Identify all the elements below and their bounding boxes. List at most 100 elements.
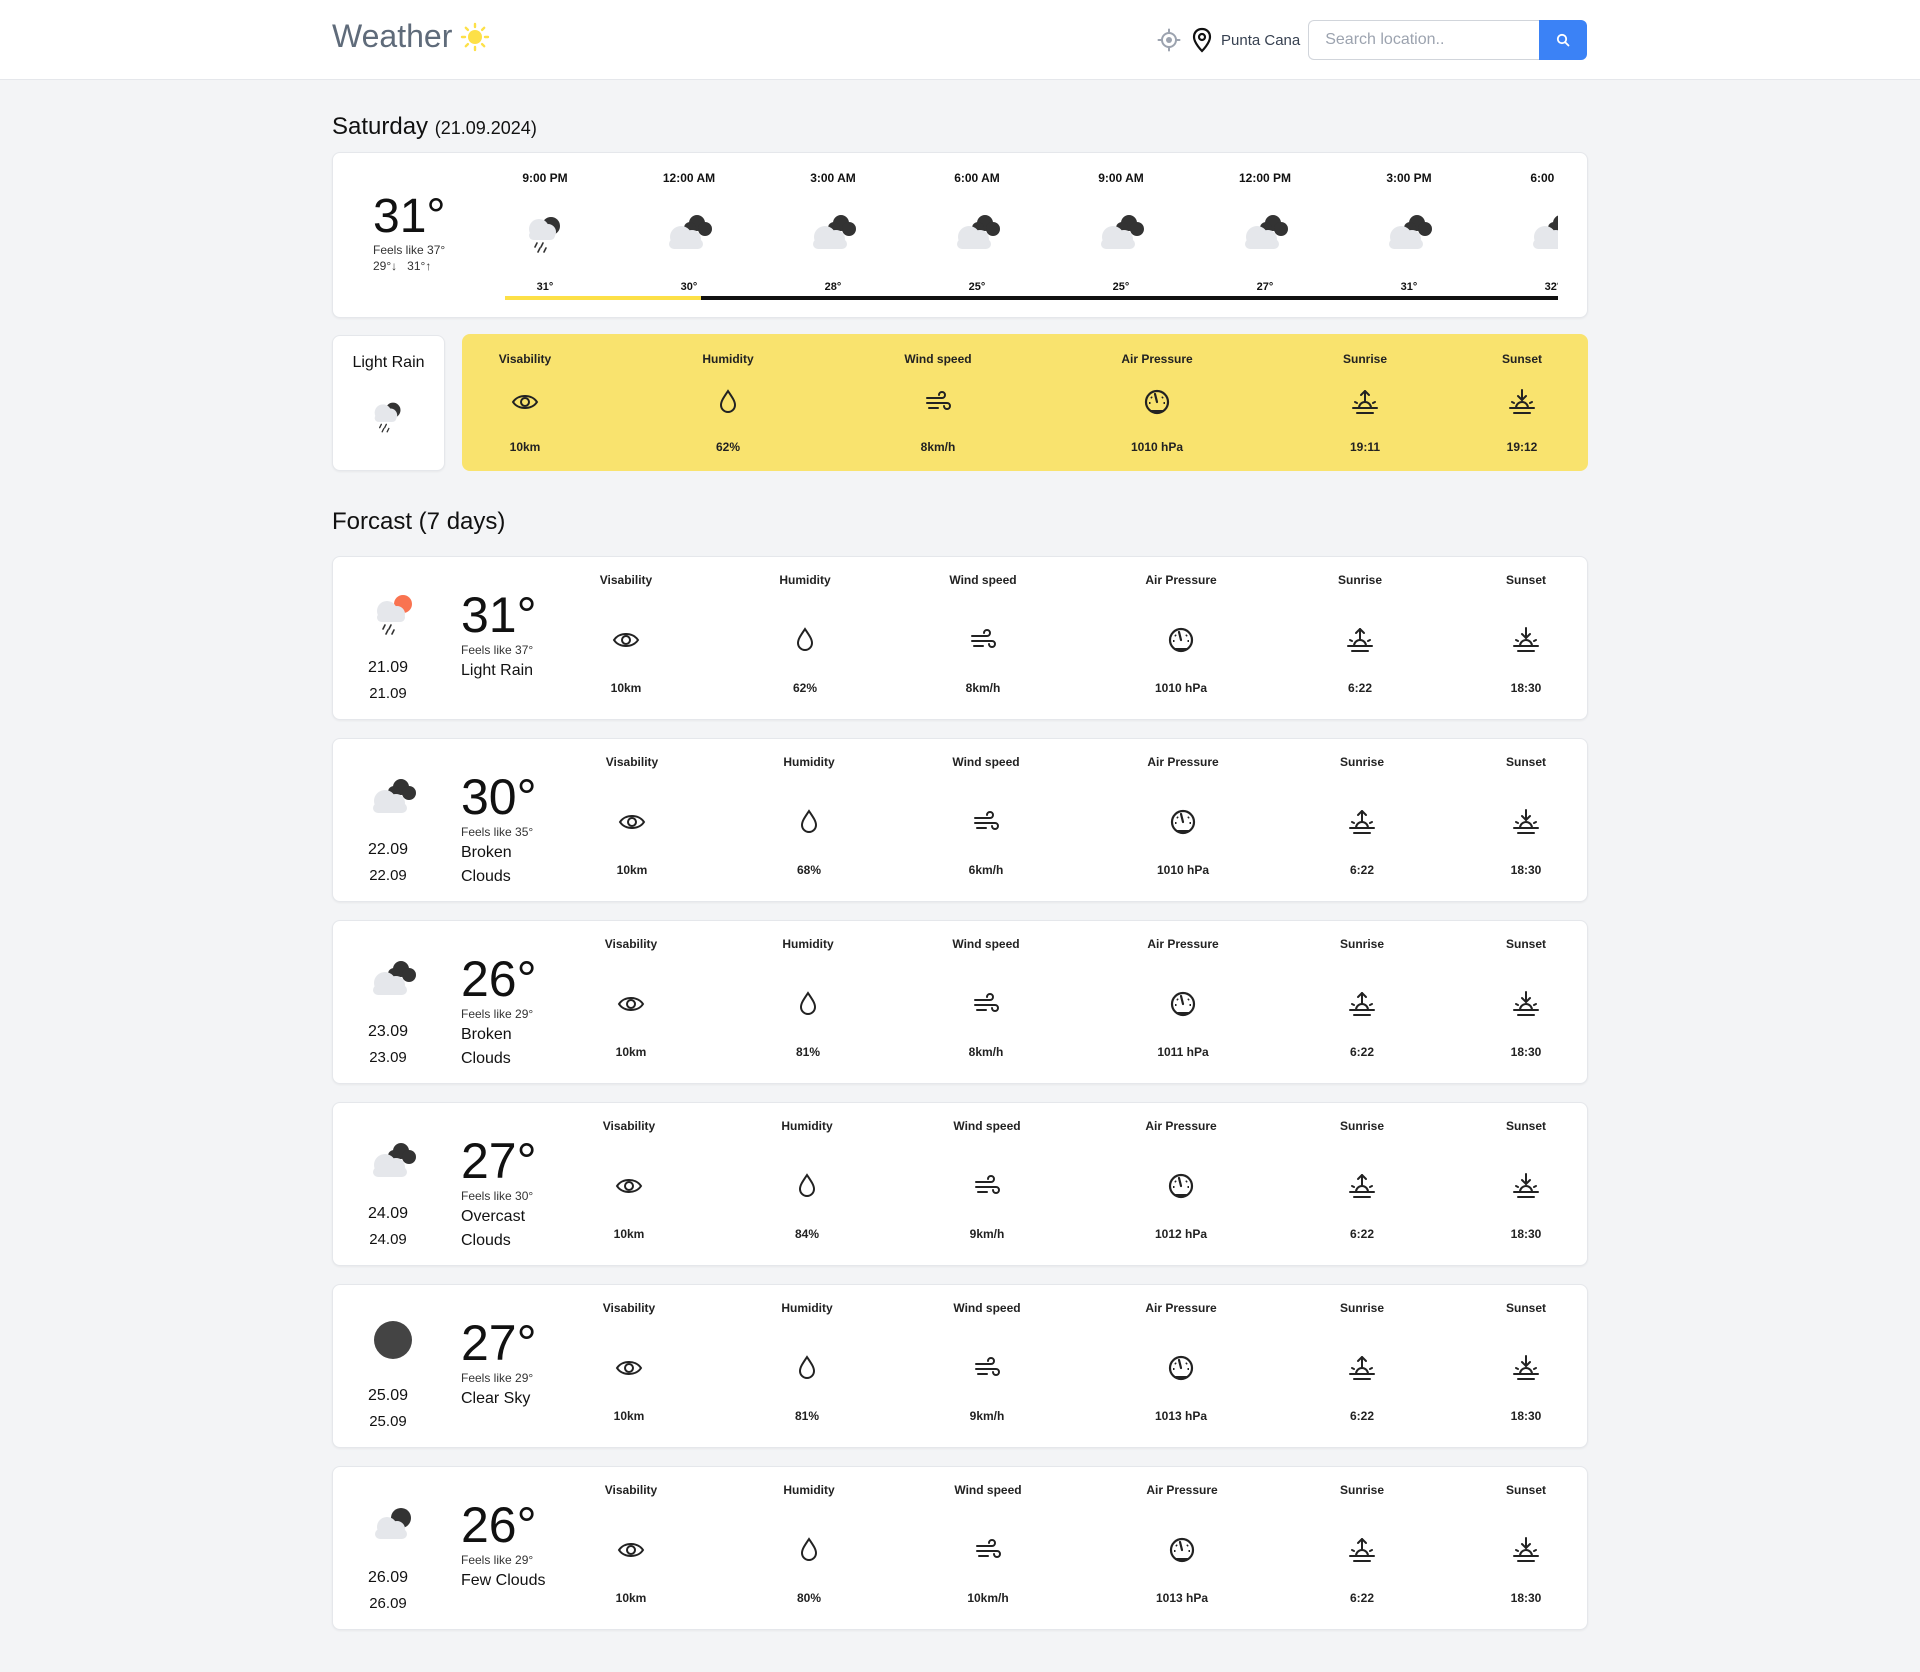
forecast-feels-like: Feels like 29° [461, 1553, 534, 1567]
stat-value: 6:22 [1349, 1045, 1375, 1059]
wind-icon [973, 1535, 1003, 1565]
hourly-forecast: 9:00 PM 31° 12:00 AM 30° 3:00 AM 28° 6:00 AM 25… [505, 153, 1558, 313]
stat-label: Visability [605, 755, 659, 769]
sunrise-icon [1347, 1171, 1377, 1201]
sunset-icon [1511, 1535, 1541, 1565]
stat-label: Visability [602, 1119, 656, 1133]
forecast-temperature: 31° [461, 587, 537, 643]
stat-label: Air Pressure [1145, 1301, 1217, 1315]
broken-clouds-icon [363, 1133, 423, 1183]
sunset-icon [1507, 387, 1537, 417]
current-condition: Light Rain [352, 354, 425, 371]
stat-value: 8km/h [965, 681, 1001, 695]
forecast-date-secondary: 26.09 [369, 1595, 407, 1612]
stat-value: 6:22 [1349, 863, 1375, 877]
stat-label: Wind speed [953, 1119, 1021, 1133]
gauge-icon [1166, 1171, 1196, 1201]
sunset-icon [1511, 1171, 1541, 1201]
max-temp: 31° [407, 259, 426, 273]
sunset-icon [1511, 989, 1541, 1019]
today-heading: Saturday (21.09.2024) [332, 113, 537, 141]
stat-value: 1012 hPa [1154, 1227, 1208, 1241]
brand[interactable]: Weather [332, 18, 490, 55]
forecast-stat-sunset: Sunset 18:30 [1466, 739, 1586, 903]
wind-icon [971, 989, 1001, 1019]
stat-value: 1010 hPa [1130, 440, 1184, 454]
broken-clouds-icon [363, 769, 423, 819]
search-button[interactable] [1539, 20, 1588, 60]
forecast-stat-sunrise: Sunrise 6:22 [1302, 739, 1422, 903]
eye-icon [510, 387, 540, 417]
current-location-button[interactable] [1155, 26, 1183, 54]
stat-value: 18:30 [1510, 1591, 1542, 1605]
forecast-stat-sunrise: Sunrise 6:22 [1302, 1467, 1422, 1631]
wind-icon [972, 1353, 1002, 1383]
stat-label: Sunrise [1339, 937, 1384, 951]
hourly-temp: 32° [1544, 281, 1558, 293]
broken-clouds-icon [363, 951, 423, 1001]
gauge-icon [1142, 387, 1172, 417]
search-input[interactable] [1308, 20, 1540, 60]
forecast-stat-visibility: Visability 10km [566, 557, 686, 721]
forecast-stat-pressure: Air Pressure 1010 hPa [1123, 739, 1243, 903]
sunset-icon [1511, 807, 1541, 837]
app-title: Weather [332, 18, 453, 54]
forecast-temperature: 27° [461, 1133, 537, 1189]
forecast-temperature: 30° [461, 769, 537, 825]
broken-clouds-icon [1523, 205, 1558, 255]
stat-label: Wind speed [952, 755, 1020, 769]
forecast-stat-humidity: Humidity 84% [747, 1103, 867, 1267]
stat-label: Visability [602, 1301, 656, 1315]
stat-value: 10km [610, 681, 642, 695]
forecast-condition: Broken Clouds [461, 844, 512, 885]
stat-label: Sunrise [1339, 755, 1384, 769]
stat-label: Air Pressure [1121, 352, 1193, 366]
stat-value: 18:30 [1510, 681, 1542, 695]
map-pin-icon [1192, 27, 1212, 53]
hourly-time: 3:00 AM [810, 171, 856, 185]
forecast-heading: Forcast (7 days) [332, 508, 506, 535]
stat-value: 62% [792, 681, 818, 695]
light-rain-icon [515, 205, 575, 255]
stat-label: Sunset [1505, 937, 1546, 951]
sunset-icon [1511, 1353, 1541, 1383]
crosshair-icon [1157, 28, 1181, 52]
current-feels-like: Feels like 37° [373, 243, 446, 257]
stat-label: Sunset [1505, 1483, 1546, 1497]
hourly-timeline-progress [505, 296, 701, 300]
stat-value: 1010 hPa [1154, 681, 1208, 695]
forecast-stat-sunset: Sunset 18:30 [1466, 1467, 1586, 1631]
forecast-row: 21.09 21.09 31° Feels like 37° Light Rain Vis… [332, 556, 1588, 720]
forecast-date-secondary: 22.09 [369, 867, 407, 884]
forecast-stat-visibility: Visability 10km [571, 921, 691, 1085]
forecast-stat-visibility: Visability 10km [569, 1103, 689, 1267]
forecast-stat-visibility: Visability 10km [572, 739, 692, 903]
hourly-temp: 25° [1112, 281, 1130, 293]
hourly-time: 12:00 AM [662, 171, 716, 185]
forecast-stat-humidity: Humidity 62% [745, 557, 865, 721]
forecast-stat-humidity: Humidity 81% [747, 1285, 867, 1449]
stat-value: 84% [794, 1227, 820, 1241]
forecast-condition: Few Clouds [461, 1572, 546, 1589]
hourly-temp: 28° [824, 281, 842, 293]
forecast-date-secondary: 25.09 [369, 1413, 407, 1430]
stat-label: Sunset [1505, 755, 1546, 769]
hourly-time: 3:00 PM [1386, 171, 1432, 185]
light-rain-sun-icon [363, 587, 423, 637]
hourly-time: 12:00 PM [1238, 171, 1292, 185]
stat-label: Visability [599, 573, 653, 587]
wind-icon [968, 625, 998, 655]
forecast-date: 22.09 [367, 841, 409, 858]
stat-label: Wind speed [949, 573, 1017, 587]
forecast-stat-humidity: Humidity 80% [749, 1467, 869, 1631]
eye-icon [611, 625, 641, 655]
gauge-icon [1168, 989, 1198, 1019]
stat-value: 10km [613, 1227, 645, 1241]
stat-value: 10km/h [967, 1591, 1009, 1605]
forecast-stat-sunset: Sunset 18:30 [1466, 921, 1586, 1085]
stat-label: Air Pressure [1145, 1119, 1217, 1133]
stat-label: Wind speed [954, 1483, 1022, 1497]
forecast-date: 25.09 [367, 1387, 409, 1404]
stat-value: 6:22 [1349, 1409, 1375, 1423]
sunrise-icon [1350, 387, 1380, 417]
